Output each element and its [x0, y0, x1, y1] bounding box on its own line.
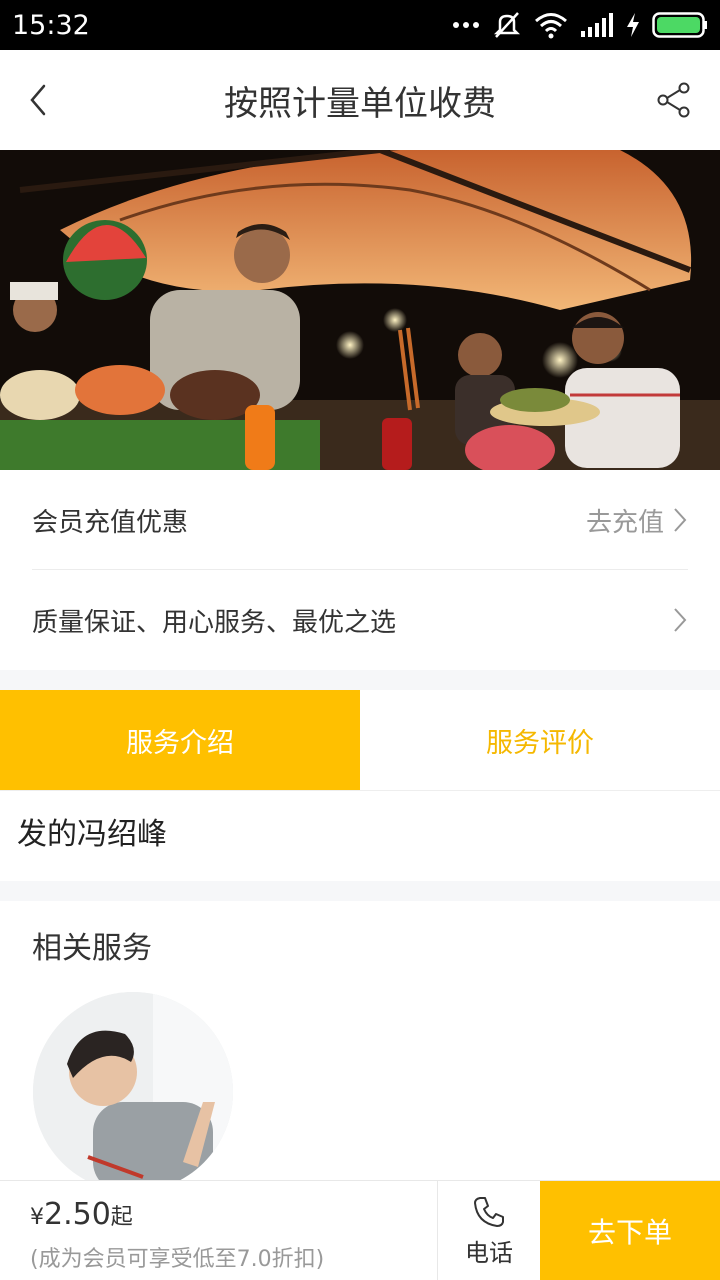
charging-bolt-icon: [627, 13, 639, 37]
battery-icon: [652, 12, 707, 38]
member-discount-note: (成为会员可享受低至7.0折扣): [30, 1247, 325, 1272]
price: ¥2.50起: [30, 1197, 437, 1237]
status-bar: 15:32: [0, 0, 720, 50]
phone-label: 电话: [465, 1238, 513, 1267]
bottom-bar: ¥2.50起 (成为会员可享受低至7.0折扣) 电话 去下单: [0, 1180, 720, 1280]
tab-service-reviews[interactable]: 服务评价: [360, 690, 720, 790]
mute-vibrate-icon: [493, 12, 521, 38]
status-icons: [452, 10, 708, 40]
signal-icon: [581, 13, 613, 37]
more-dots-icon: [453, 22, 479, 28]
related-services: 相关服务: [0, 901, 720, 1192]
header: 按照计量单位收费: [0, 50, 720, 150]
row-label: 会员充值优惠: [32, 507, 189, 538]
hero-image: [0, 150, 720, 470]
row-label: 质量保证、用心服务、最优之选: [32, 607, 397, 638]
service-intro-text: 发的冯绍峰: [0, 791, 720, 881]
share-icon[interactable]: [654, 80, 694, 120]
price-value: 2.50: [44, 1197, 111, 1232]
recharge-link[interactable]: 去充值: [586, 502, 664, 539]
price-block: ¥2.50起 (成为会员可享受低至7.0折扣): [0, 1181, 438, 1280]
status-time: 15:32: [12, 9, 90, 41]
wifi-icon: [535, 13, 567, 39]
chevron-right-icon: [674, 608, 687, 632]
page-title: 按照计量单位收费: [224, 83, 496, 124]
related-services-title: 相关服务: [32, 931, 152, 966]
member-recharge-row[interactable]: 会员充值优惠 去充值: [0, 470, 720, 570]
quality-guarantee-row[interactable]: 质量保证、用心服务、最优之选: [0, 570, 720, 670]
phone-button[interactable]: 电话: [438, 1181, 540, 1280]
chevron-right-icon: [674, 508, 687, 532]
related-service-thumbnail[interactable]: [33, 992, 233, 1192]
price-currency: ¥: [30, 1205, 44, 1230]
chevron-left-icon[interactable]: [24, 80, 64, 120]
phone-icon: [474, 1196, 504, 1227]
tab-bar: 服务介绍 服务评价: [0, 690, 720, 791]
tab-service-intro[interactable]: 服务介绍: [0, 690, 360, 790]
price-suffix: 起: [110, 1205, 133, 1230]
place-order-button[interactable]: 去下单: [540, 1181, 720, 1280]
